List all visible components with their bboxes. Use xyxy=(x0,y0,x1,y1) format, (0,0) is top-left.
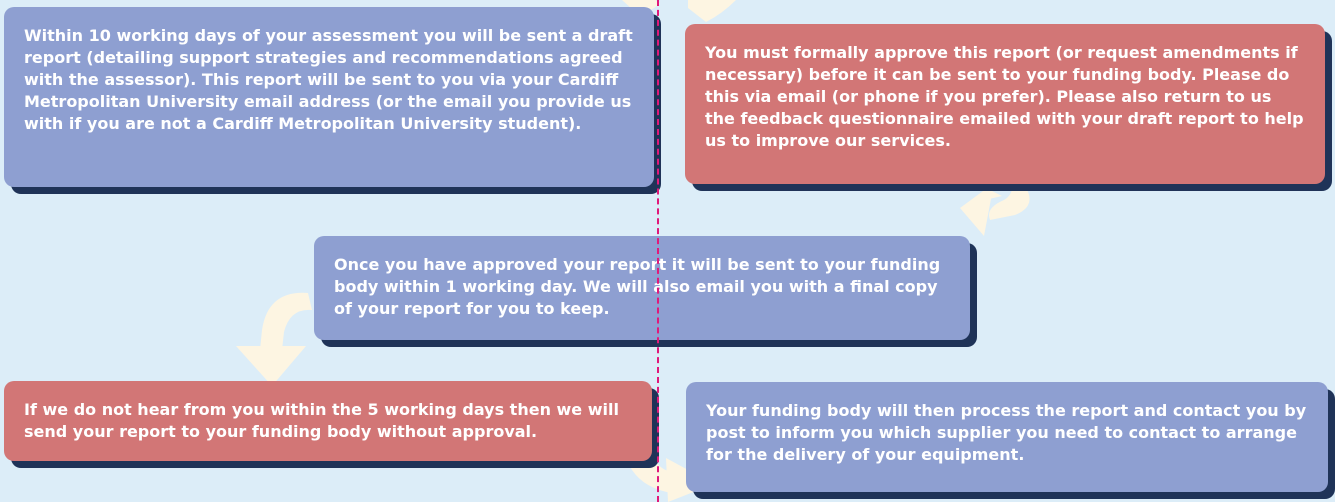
step-text: Within 10 working days of your assessmen… xyxy=(24,26,633,133)
flow-diagram: Within 10 working days of your assessmen… xyxy=(0,0,1335,502)
step-approve-report: You must formally approve this report (o… xyxy=(685,24,1325,184)
step-text: If we do not hear from you within the 5 … xyxy=(24,400,619,441)
step-draft-report: Within 10 working days of your assessmen… xyxy=(4,7,654,187)
step-text: Once you have approved your report it wi… xyxy=(334,255,941,318)
step-funding-process: Your funding body will then process the … xyxy=(686,382,1328,492)
step-report-sent: Once you have approved your report it wi… xyxy=(314,236,970,340)
step-no-approval: If we do not hear from you within the 5 … xyxy=(4,381,652,461)
curved-arrow-icon xyxy=(236,292,312,386)
step-text: You must formally approve this report (o… xyxy=(705,43,1304,150)
step-text: Your funding body will then process the … xyxy=(706,401,1307,464)
center-guide-line xyxy=(657,0,659,502)
curved-arrow-icon xyxy=(960,182,1030,236)
